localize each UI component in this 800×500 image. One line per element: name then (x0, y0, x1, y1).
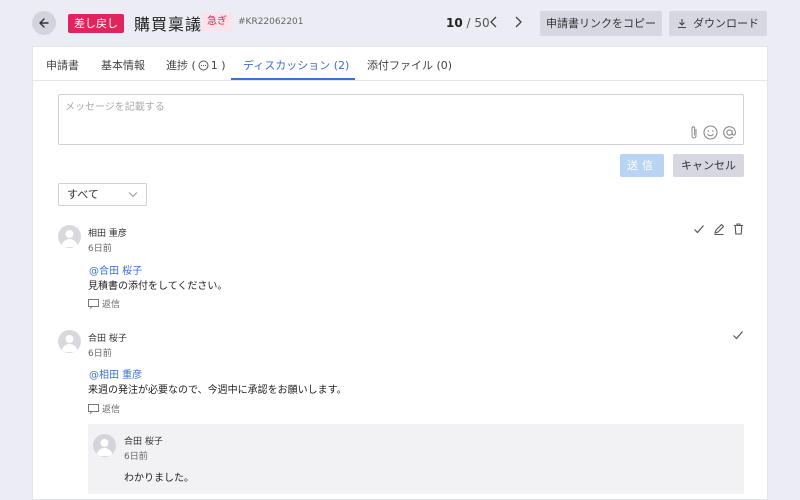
header-bar: 差し戻し 購買稟議 急ぎ #KR22062201 10 / 50 申請書リンクを… (0, 0, 800, 46)
composer-tools (689, 125, 737, 140)
filter-selected: すべて (67, 188, 99, 201)
cancel-button[interactable]: キャンセル (673, 154, 744, 177)
tab-progress-label: 進捗 ( (166, 59, 196, 72)
reply-thread-item: 合田 桜子 6日前 わかりました。 (88, 424, 744, 494)
pager-separator: / (466, 16, 471, 30)
emoji-icon[interactable] (703, 125, 718, 140)
chevron-right-icon (515, 16, 522, 28)
main-panel: 申請書 基本情報 進捗 ( 1 ) ディスカッション (2) 添付ファイル (0… (32, 46, 768, 500)
message-input[interactable] (59, 95, 743, 144)
reply-icon (88, 298, 99, 309)
copy-link-button[interactable]: 申請書リンクをコピー (540, 11, 662, 36)
comment-body: 来週の発注が必要なので、今週中に承認をお願いします。 (88, 385, 347, 396)
avatar-icon (93, 434, 116, 457)
check-icon[interactable] (732, 329, 744, 341)
comment-mention[interactable]: @相田 重彦 (89, 366, 142, 381)
comment-time: 6日前 (88, 244, 112, 254)
paperclip-icon[interactable] (689, 125, 699, 140)
tab-progress-count: 1 ) (210, 58, 226, 72)
download-label: ダウンロード (693, 17, 759, 30)
status-badge: 差し戻し (68, 14, 124, 33)
message-composer (58, 94, 744, 145)
chevron-down-icon (128, 184, 138, 212)
urgency-badge: 急ぎ (202, 13, 232, 31)
comment-actions (732, 329, 744, 341)
comment-item: 相田 重彦 6日前 @合田 桜子 見積書の添付をしてください。 返信 (58, 223, 744, 323)
reply-time: 6日前 (124, 452, 148, 462)
avatar-icon (58, 330, 81, 353)
reply-button[interactable]: 返信 (88, 297, 120, 310)
tab-discussion[interactable]: ディスカッション (2) (243, 57, 349, 73)
comment-item: 合田 桜子 6日前 @相田 重彦 来週の発注が必要なので、今週中に承認をお願いし… (58, 328, 744, 428)
pager-current: 10 (446, 16, 463, 30)
pager-next-button[interactable] (511, 14, 525, 30)
comment-author: 合田 桜子 (88, 334, 127, 344)
check-icon[interactable] (693, 223, 705, 235)
chevron-left-icon (490, 16, 497, 28)
download-button[interactable]: ダウンロード (669, 11, 767, 36)
download-icon (678, 19, 686, 29)
comment-actions (693, 223, 744, 235)
back-arrow-icon (39, 18, 49, 28)
chat-bubble-icon (198, 60, 209, 70)
tab-bar: 申請書 基本情報 進捗 ( 1 ) ディスカッション (2) 添付ファイル (0… (33, 47, 767, 81)
pager-indicator: 10 / 50 (446, 16, 490, 30)
active-tab-indicator (231, 78, 355, 80)
comment-author: 相田 重彦 (88, 229, 127, 239)
comment-mention[interactable]: @合田 桜子 (89, 262, 142, 277)
at-icon[interactable] (722, 125, 737, 140)
tab-application[interactable]: 申請書 (46, 57, 79, 73)
back-button[interactable] (32, 11, 56, 35)
reply-body: わかりました。 (124, 473, 194, 484)
tab-attachments[interactable]: 添付ファイル (0) (367, 57, 452, 73)
pager-prev-button[interactable] (487, 14, 501, 30)
reply-label: 返信 (102, 300, 121, 310)
filter-dropdown[interactable]: すべて (58, 183, 147, 206)
tab-progress[interactable]: 進捗 ( 1 ) (166, 57, 226, 73)
reply-icon (88, 403, 99, 414)
reply-button[interactable]: 返信 (88, 402, 120, 415)
send-button[interactable]: 送信 (620, 154, 664, 177)
comment-body: 見積書の添付をしてください。 (88, 281, 228, 292)
trash-icon[interactable] (733, 223, 744, 235)
tab-basic-info[interactable]: 基本情報 (101, 57, 145, 73)
reply-label: 返信 (102, 405, 121, 415)
edit-icon[interactable] (713, 223, 725, 235)
comment-time: 6日前 (88, 349, 112, 359)
page-title: 購買稟議 (134, 15, 203, 34)
avatar-icon (58, 225, 81, 248)
reply-author: 合田 桜子 (124, 437, 163, 447)
document-code: #KR22062201 (238, 17, 304, 27)
